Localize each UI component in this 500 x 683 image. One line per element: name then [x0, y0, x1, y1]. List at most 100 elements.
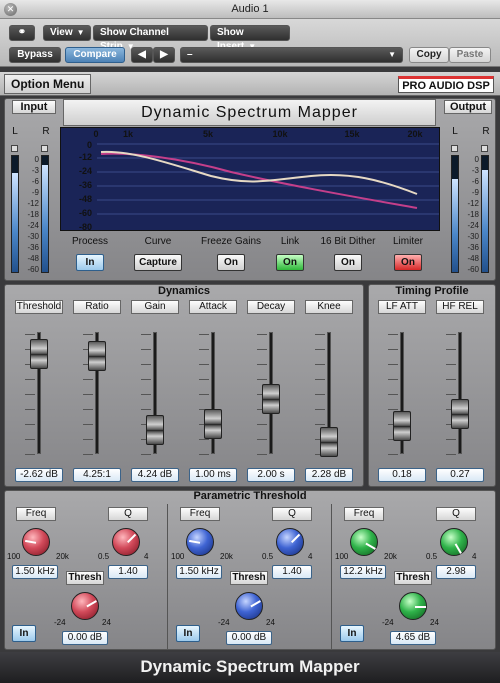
- knob-pointer: [454, 543, 462, 554]
- window-title: Audio 1: [231, 3, 269, 15]
- fader-tick: [446, 454, 456, 455]
- thresh-min-label: -24: [382, 618, 394, 627]
- q-knob[interactable]: [112, 528, 140, 556]
- q-label: Q: [108, 507, 148, 521]
- control-button-curve[interactable]: Capture: [134, 254, 182, 271]
- thresh-value[interactable]: 0.00 dB: [226, 631, 272, 645]
- band-in-button[interactable]: In: [340, 625, 364, 642]
- fader-handle[interactable]: [30, 338, 48, 369]
- freq-knob[interactable]: [186, 528, 214, 556]
- fader-tick: [141, 454, 151, 455]
- fader-label: Attack: [189, 300, 237, 314]
- freq-knob[interactable]: [22, 528, 50, 556]
- fader-value[interactable]: 4.25:1: [73, 468, 121, 482]
- fader-tick: [388, 349, 398, 350]
- control-button-16-bit-dither[interactable]: On: [334, 254, 362, 271]
- parametric-band: Freq Q 100 20k 12.2 kHz 0.5 4 2.98 Thresh -24 24 4.…: [332, 504, 496, 650]
- q-min-label: 0.5: [262, 552, 274, 561]
- bypass-button[interactable]: Bypass: [9, 47, 61, 63]
- preset-menu[interactable]: – ▼: [180, 47, 403, 63]
- fader-tick: [83, 394, 93, 395]
- fader-tick: [141, 409, 151, 410]
- freq-value[interactable]: 1.50 kHz: [176, 565, 222, 579]
- fader-handle[interactable]: [320, 426, 338, 457]
- fader-value[interactable]: 2.28 dB: [305, 468, 353, 482]
- previous-preset-button[interactable]: ◀: [131, 47, 153, 63]
- frequency-label: 20k: [407, 129, 423, 139]
- compare-button[interactable]: Compare: [65, 47, 125, 63]
- thresh-value[interactable]: 0.00 dB: [62, 631, 108, 645]
- fader-tick: [388, 364, 398, 365]
- freq-value[interactable]: 12.2 kHz: [340, 565, 386, 579]
- freq-value[interactable]: 1.50 kHz: [12, 565, 58, 579]
- close-icon[interactable]: ✕: [4, 3, 17, 16]
- next-preset-button[interactable]: ▶: [153, 47, 175, 63]
- fader-value[interactable]: 1.00 ms: [189, 468, 237, 482]
- plugin-footer: Dynamic Spectrum Mapper: [0, 652, 500, 683]
- q-value[interactable]: 1.40: [272, 565, 312, 579]
- control-button-freeze-gains[interactable]: On: [217, 254, 245, 271]
- frequency-label: 1k: [122, 129, 133, 139]
- show-insert-button[interactable]: Show Insert▼: [210, 25, 290, 52]
- fader-handle[interactable]: [393, 410, 411, 441]
- fader-tick: [199, 379, 209, 380]
- input-left-clip: [11, 145, 18, 152]
- q-value[interactable]: 1.40: [108, 565, 148, 579]
- output-right-label: R: [482, 126, 490, 137]
- fader-label: Ratio: [73, 300, 121, 314]
- fader-label: Knee: [305, 300, 353, 314]
- option-menu-button[interactable]: Option Menu: [4, 74, 92, 94]
- fader-value[interactable]: 4.24 dB: [131, 468, 179, 482]
- fader-tick: [141, 364, 151, 365]
- fader-tick: [315, 334, 325, 335]
- thresh-knob[interactable]: [399, 592, 427, 620]
- fader-tick: [25, 439, 35, 440]
- q-value[interactable]: 2.98: [436, 565, 476, 579]
- fader-handle[interactable]: [262, 384, 280, 415]
- input-label: Input: [12, 100, 56, 114]
- view-menu-button[interactable]: View ▼: [43, 25, 91, 41]
- control-button-process[interactable]: In: [76, 254, 104, 271]
- band-in-button[interactable]: In: [176, 625, 200, 642]
- fader-handle[interactable]: [146, 414, 164, 445]
- fader-value[interactable]: 0.18: [378, 468, 426, 482]
- spectrum-graph[interactable]: [60, 127, 440, 231]
- fader-value[interactable]: 2.00 s: [247, 468, 295, 482]
- link-icon[interactable]: ⚭: [9, 25, 35, 41]
- band-in-button[interactable]: In: [12, 625, 36, 642]
- control-button-limiter[interactable]: On: [394, 254, 422, 271]
- dynamics-faders: Threshold -2.62 dB Ratio 4.25:1 Gain 4.24 dB A…: [4, 298, 364, 486]
- thresh-knob[interactable]: [235, 592, 263, 620]
- fader-tick: [446, 379, 456, 380]
- fader-handle[interactable]: [88, 341, 106, 372]
- fader-tick: [315, 394, 325, 395]
- paste-button[interactable]: Paste: [449, 47, 491, 63]
- control-button-link[interactable]: On: [276, 254, 304, 271]
- fader-tick: [25, 394, 35, 395]
- knob-pointer: [25, 539, 37, 544]
- fader-tick: [315, 424, 325, 425]
- fader-tick: [25, 424, 35, 425]
- copy-button[interactable]: Copy: [409, 47, 449, 63]
- q-knob[interactable]: [440, 528, 468, 556]
- show-channel-strip-button[interactable]: Show Channel Strip▼: [93, 25, 208, 52]
- freq-knob[interactable]: [350, 528, 378, 556]
- thresh-knob[interactable]: [71, 592, 99, 620]
- thresh-label: Thresh: [394, 571, 432, 585]
- fader-handle[interactable]: [451, 398, 469, 429]
- fader-label: LF ATT: [378, 300, 426, 314]
- fader-tick: [199, 364, 209, 365]
- thresh-value[interactable]: 4.65 dB: [390, 631, 436, 645]
- fader-handle[interactable]: [204, 408, 222, 439]
- q-knob[interactable]: [276, 528, 304, 556]
- brand-logo: PRO AUDIO DSP: [398, 76, 494, 93]
- output-right-clip: [481, 145, 488, 152]
- freq-max-label: 20k: [220, 552, 233, 561]
- knob-pointer: [250, 600, 261, 608]
- fader-value[interactable]: 0.27: [436, 468, 484, 482]
- db-axis: 0 -12 -24 -36 -48 -60 -80: [60, 129, 92, 232]
- fader-value[interactable]: -2.62 dB: [15, 468, 63, 482]
- meter-scale-label: -24: [467, 221, 479, 230]
- fader-tick: [141, 394, 151, 395]
- input-right-label: R: [42, 126, 50, 137]
